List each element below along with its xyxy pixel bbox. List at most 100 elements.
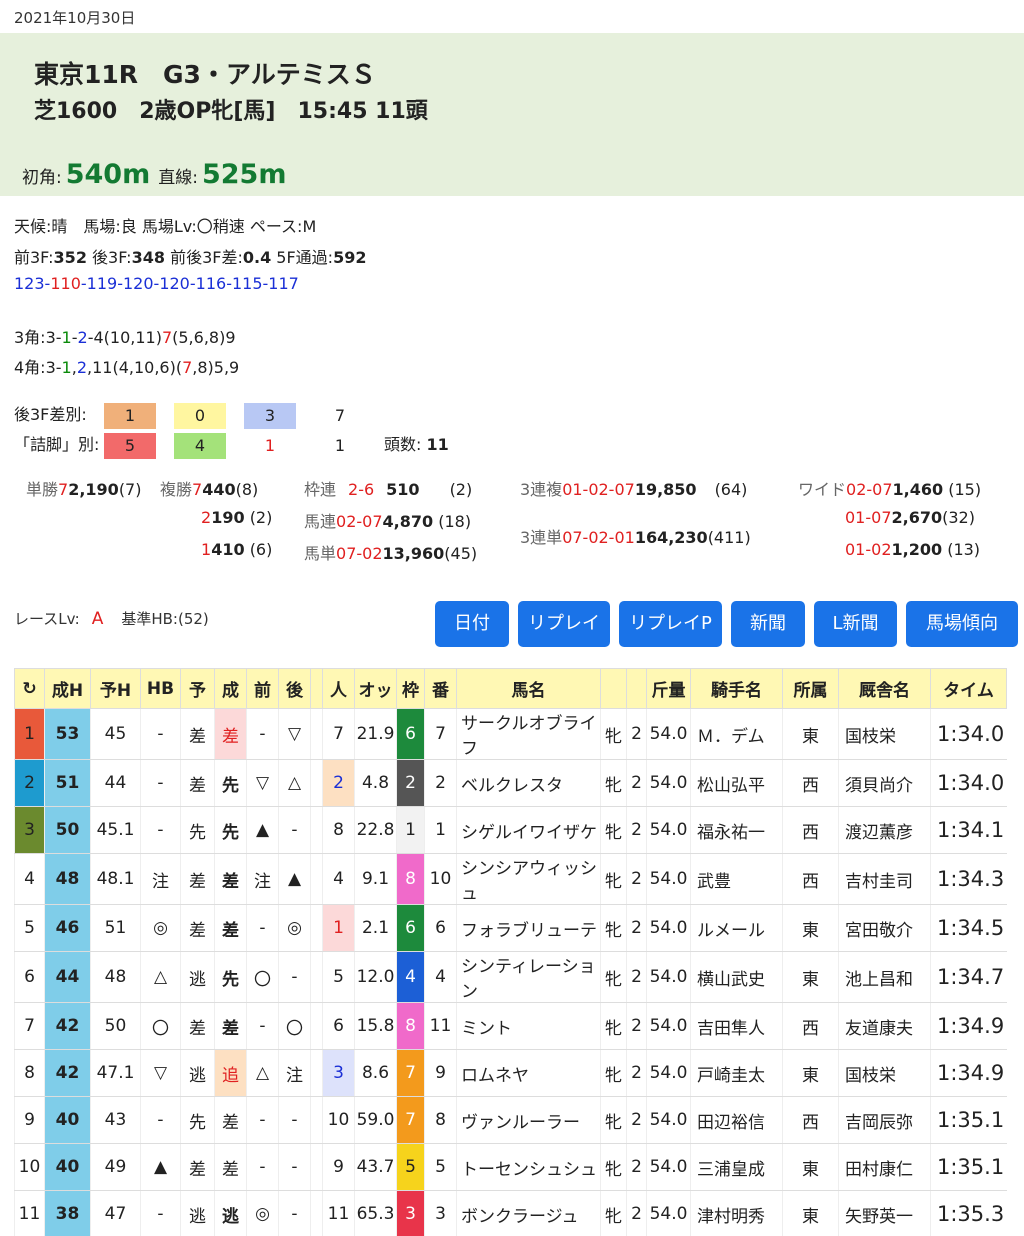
jockey-link[interactable]: 福永祐一	[690, 806, 783, 854]
trainer-link[interactable]: 吉岡辰弥	[838, 1096, 931, 1144]
trainer-link[interactable]: 宮田敬介	[838, 904, 931, 952]
jockey-link[interactable]: 松山弘平	[690, 759, 783, 807]
result-hb: 51	[44, 759, 91, 807]
predicted-style: 逃	[180, 1049, 215, 1097]
corner-4-label: 4角:	[14, 358, 46, 377]
finish-time: 1:34.9	[930, 1002, 1007, 1050]
affiliation: 東	[782, 904, 839, 952]
trainer-link[interactable]: 池上昌和	[838, 951, 931, 1003]
horse-name-link[interactable]: ミント	[456, 1002, 601, 1050]
horse-name-link[interactable]: ベルクレスタ	[456, 759, 601, 807]
predicted-hb: 47.1	[90, 1049, 141, 1097]
horse-number: 9	[424, 1049, 457, 1097]
first-corner-distance: 540m	[65, 159, 151, 190]
newspaper-button[interactable]: 新聞	[731, 601, 805, 647]
jockey-link[interactable]: 横山武史	[690, 951, 783, 1003]
sex: 牝	[600, 1143, 627, 1191]
predicted-hb: 43	[90, 1096, 141, 1144]
popularity: 6	[322, 1002, 355, 1050]
finish-position: 4	[14, 853, 45, 905]
wide-pop: (15)	[948, 480, 982, 499]
jockey-link[interactable]: Ｍ．デム	[690, 708, 783, 760]
front-mark: -	[246, 1143, 279, 1191]
predicted-style: 逃	[180, 1190, 215, 1236]
trainer-link[interactable]: 吉村圭司	[838, 853, 931, 905]
stat-chip: 1	[264, 435, 276, 455]
trainer-link[interactable]: 友道康夫	[838, 1002, 931, 1050]
result-hb: 42	[44, 1049, 91, 1097]
trainer-link[interactable]: 渡辺薫彦	[838, 806, 931, 854]
horse-name-link[interactable]: サークルオブライフ	[456, 708, 601, 760]
table-row: 8 42 47.1 ▽ 逃追 △ 注 3 8.6 7 9 ロムネヤ牝 2 54.0 戸崎圭太東国枝栄 1:34…	[14, 1049, 1007, 1097]
stats-row-2-label: 「詰脚」別:	[14, 435, 100, 454]
horse-name-link[interactable]: ボンクラージュ	[456, 1190, 601, 1236]
replay-button[interactable]: リプレイ	[518, 601, 610, 647]
trainer-link[interactable]: 矢野英一	[838, 1190, 931, 1236]
horse-name-link[interactable]: シンシアウィッシュ	[456, 853, 601, 905]
payout-fukusho-2: 2190 (2)	[201, 508, 272, 527]
sex: 牝	[600, 904, 627, 952]
date-button[interactable]: 日付	[435, 601, 509, 647]
jockey-link[interactable]: 戸崎圭太	[690, 1049, 783, 1097]
umaren-num: 02-07	[336, 512, 383, 531]
jockey-link[interactable]: 三浦皇成	[690, 1143, 783, 1191]
spacer	[310, 1096, 323, 1144]
column-header: 所属	[782, 668, 839, 709]
result-hb: 40	[44, 1143, 91, 1191]
table-row: 7 42 50 〇差差 - 〇 6 15.8 8 11 ミント牝 2 54.0 吉田隼人西友道康夫 1:34…	[14, 1002, 1007, 1050]
payout-trifecta: 3連単07-02-01164,230(411)	[520, 524, 751, 548]
result-hb: 53	[44, 708, 91, 760]
horse-name-link[interactable]: トーセンシュシュ	[456, 1143, 601, 1191]
horse-name-link[interactable]: ロムネヤ	[456, 1049, 601, 1097]
horse-name-link[interactable]: フォラブリューテ	[456, 904, 601, 952]
wakuren-num: 2-6	[348, 480, 375, 499]
track-bias-button[interactable]: 馬場傾向	[906, 601, 1018, 647]
lap-time: 116	[195, 274, 227, 293]
jockey-link[interactable]: ルメール	[690, 904, 783, 952]
runner-count: 11	[426, 435, 449, 454]
jockey-link[interactable]: 吉田隼人	[690, 1002, 783, 1050]
odds: 59.0	[354, 1096, 397, 1144]
result-hb: 44	[44, 951, 91, 1003]
jockey-link[interactable]: 田辺裕信	[690, 1096, 783, 1144]
weight-carried: 54.0	[646, 904, 691, 952]
age: 2	[626, 806, 647, 854]
horse-name-link[interactable]: ヴァンルーラー	[456, 1096, 601, 1144]
odds: 12.0	[354, 951, 397, 1003]
predicted-hb: 51	[90, 904, 141, 952]
fukusho-amount: 440	[202, 480, 236, 499]
table-row: 11 38 47- 逃逃 ◎ -11 65.3 3 3 ボンクラージュ牝 2 54.0 津村明秀東矢野英…	[14, 1190, 1007, 1236]
fukusho-amount: 190	[211, 508, 245, 527]
jockey-link[interactable]: 津村明秀	[690, 1190, 783, 1236]
umatan-num: 07-02	[336, 544, 383, 563]
horse-name-link[interactable]: シンティレーション	[456, 951, 601, 1003]
actual-style: 逃	[214, 1190, 247, 1236]
trainer-link[interactable]: 須貝尚介	[838, 759, 931, 807]
popularity: 11	[322, 1190, 355, 1236]
predicted-style: 逃	[180, 951, 215, 1003]
age: 2	[626, 708, 647, 760]
predicted-style: 先	[180, 806, 215, 854]
weight-carried: 54.0	[646, 951, 691, 1003]
wide-num: 02-07	[846, 480, 893, 499]
payout-umaren: 馬連02-074,870 (18)	[304, 508, 471, 532]
bracket-number: 5	[396, 1143, 425, 1191]
predicted-hb: 50	[90, 1002, 141, 1050]
column-header[interactable]: ↻	[14, 668, 45, 709]
age: 2	[626, 1190, 647, 1236]
trainer-link[interactable]: 国枝栄	[838, 708, 931, 760]
payout-wakuren: 枠連 2-6 510 (2)	[304, 476, 472, 500]
trio-pop: (64)	[714, 480, 748, 499]
race-title: 東京11R G3・アルテミスＳ	[34, 60, 376, 89]
umaren-label: 馬連	[304, 512, 337, 531]
jockey-link[interactable]: 武豊	[690, 853, 783, 905]
stat-chip: 3	[244, 402, 296, 429]
horse-name-link[interactable]: シゲルイワイザケ	[456, 806, 601, 854]
replay-p-button[interactable]: リプレイP	[619, 601, 722, 647]
payout-tansho: 単勝72,190(7)	[26, 476, 141, 500]
trainer-link[interactable]: 田村康仁	[838, 1143, 931, 1191]
l-newspaper-button[interactable]: L新聞	[814, 601, 897, 647]
lap-time: 115	[231, 274, 263, 293]
trainer-link[interactable]: 国枝栄	[838, 1049, 931, 1097]
results-table: ↻ 成H 予H HB 予成前後人オッ枠番馬名 斤量 騎手名 所属 厩舎名 タイム 1 53 45- 差差…	[14, 668, 1007, 1236]
